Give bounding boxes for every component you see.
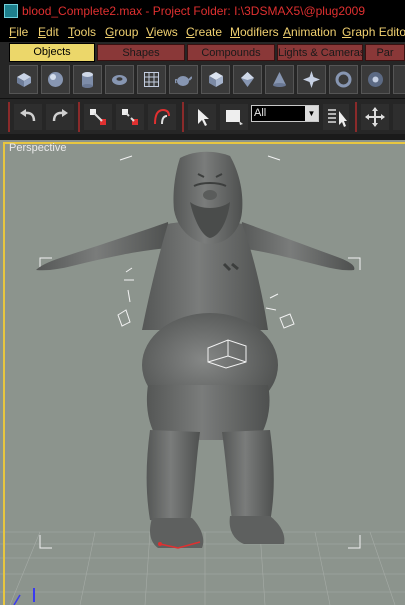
create-sphere-button[interactable] [41, 65, 70, 94]
menu-create[interactable]: Create [186, 22, 222, 42]
redo-button[interactable] [46, 104, 74, 130]
bind-to-space-warp-button[interactable] [148, 104, 176, 130]
menu-bar: File Edit Tools Group Views Create Modif… [0, 22, 405, 42]
max-application-window: blood_Complete2.max - Project Folder: I:… [0, 0, 405, 605]
main-toolbar: All ▼ [0, 98, 405, 135]
redo-icon [52, 109, 68, 122]
gear-icon [335, 71, 352, 88]
command-tab-bar: Objects Shapes Compounds Lights & Camera… [0, 42, 405, 62]
create-box-button[interactable] [9, 65, 38, 94]
sphere-icon [48, 72, 63, 87]
select-and-rotate-button[interactable] [393, 104, 405, 130]
menu-graph-editors[interactable]: Graph Editors [342, 22, 405, 42]
torus-icon [112, 75, 127, 85]
create-plane-button[interactable] [137, 65, 166, 94]
undo-icon [20, 109, 36, 122]
toolbar-separator [8, 102, 10, 132]
cone-icon [273, 72, 286, 87]
select-cursor-icon [198, 109, 209, 126]
create-objects-panel [0, 62, 405, 98]
toolbar-separator [78, 102, 80, 132]
rectangular-selection-region-button[interactable] [220, 104, 248, 130]
create-cone-button[interactable] [265, 65, 294, 94]
tab-shapes[interactable]: Shapes [97, 44, 185, 61]
teapot-icon [175, 76, 192, 86]
chevron-down-icon[interactable]: ▼ [305, 106, 318, 121]
select-and-move-button[interactable] [361, 104, 389, 130]
select-by-name-icon [328, 109, 347, 127]
select-region-icon [226, 110, 243, 125]
burst-icon [303, 71, 320, 88]
window-title: blood_Complete2.max - Project Folder: I:… [22, 4, 366, 18]
menu-tools[interactable]: Tools [68, 22, 96, 42]
toolbar-separator [355, 102, 357, 132]
tab-lights-cameras[interactable]: Lights & Cameras [277, 44, 363, 61]
create-teapot-button[interactable] [169, 65, 198, 94]
app-logo-icon[interactable] [4, 4, 18, 18]
menu-edit[interactable]: Edit [38, 22, 59, 42]
menu-views[interactable]: Views [146, 22, 178, 42]
unlink-selection-button[interactable] [116, 104, 144, 130]
create-more-button[interactable] [393, 65, 405, 94]
select-and-link-icon [90, 109, 106, 125]
select-by-name-button[interactable] [323, 104, 349, 130]
menu-file[interactable]: File [9, 22, 28, 42]
tab-particles[interactable]: Par [365, 44, 405, 61]
box-icon [17, 73, 31, 87]
menu-modifiers[interactable]: Modifiers [230, 22, 279, 42]
perspective-viewport[interactable]: Perspective [0, 140, 405, 605]
select-and-move-icon [365, 107, 385, 127]
unlink-icon [122, 109, 138, 125]
create-chamfer-box-button[interactable] [361, 65, 390, 94]
plane-grid-icon [144, 72, 159, 87]
select-and-link-button[interactable] [84, 104, 112, 130]
cube-icon [209, 72, 223, 87]
create-torus-knot-button[interactable] [329, 65, 358, 94]
bind-space-warp-icon [154, 108, 170, 125]
undo-button[interactable] [14, 104, 42, 130]
toolbar-separator [182, 102, 184, 132]
select-object-button[interactable] [188, 104, 216, 130]
create-torus-button[interactable] [105, 65, 134, 94]
create-cube-button[interactable] [201, 65, 230, 94]
tab-compounds[interactable]: Compounds [187, 44, 275, 61]
active-viewport-border [3, 142, 405, 605]
menu-animation[interactable]: Animation [283, 22, 336, 42]
create-geosphere-button[interactable] [233, 65, 262, 94]
hedra-icon [368, 72, 383, 87]
selection-filter-dropdown[interactable]: All ▼ [251, 105, 319, 122]
cylinder-icon [82, 72, 93, 88]
viewport-label[interactable]: Perspective [9, 142, 66, 154]
tab-objects[interactable]: Objects [9, 43, 95, 62]
selection-filter-value: All [254, 107, 267, 119]
create-cylinder-button[interactable] [73, 65, 102, 94]
geosphere-icon [241, 72, 254, 87]
create-hedra-button[interactable] [297, 65, 326, 94]
menu-group[interactable]: Group [105, 22, 138, 42]
title-bar: blood_Complete2.max - Project Folder: I:… [0, 0, 405, 22]
